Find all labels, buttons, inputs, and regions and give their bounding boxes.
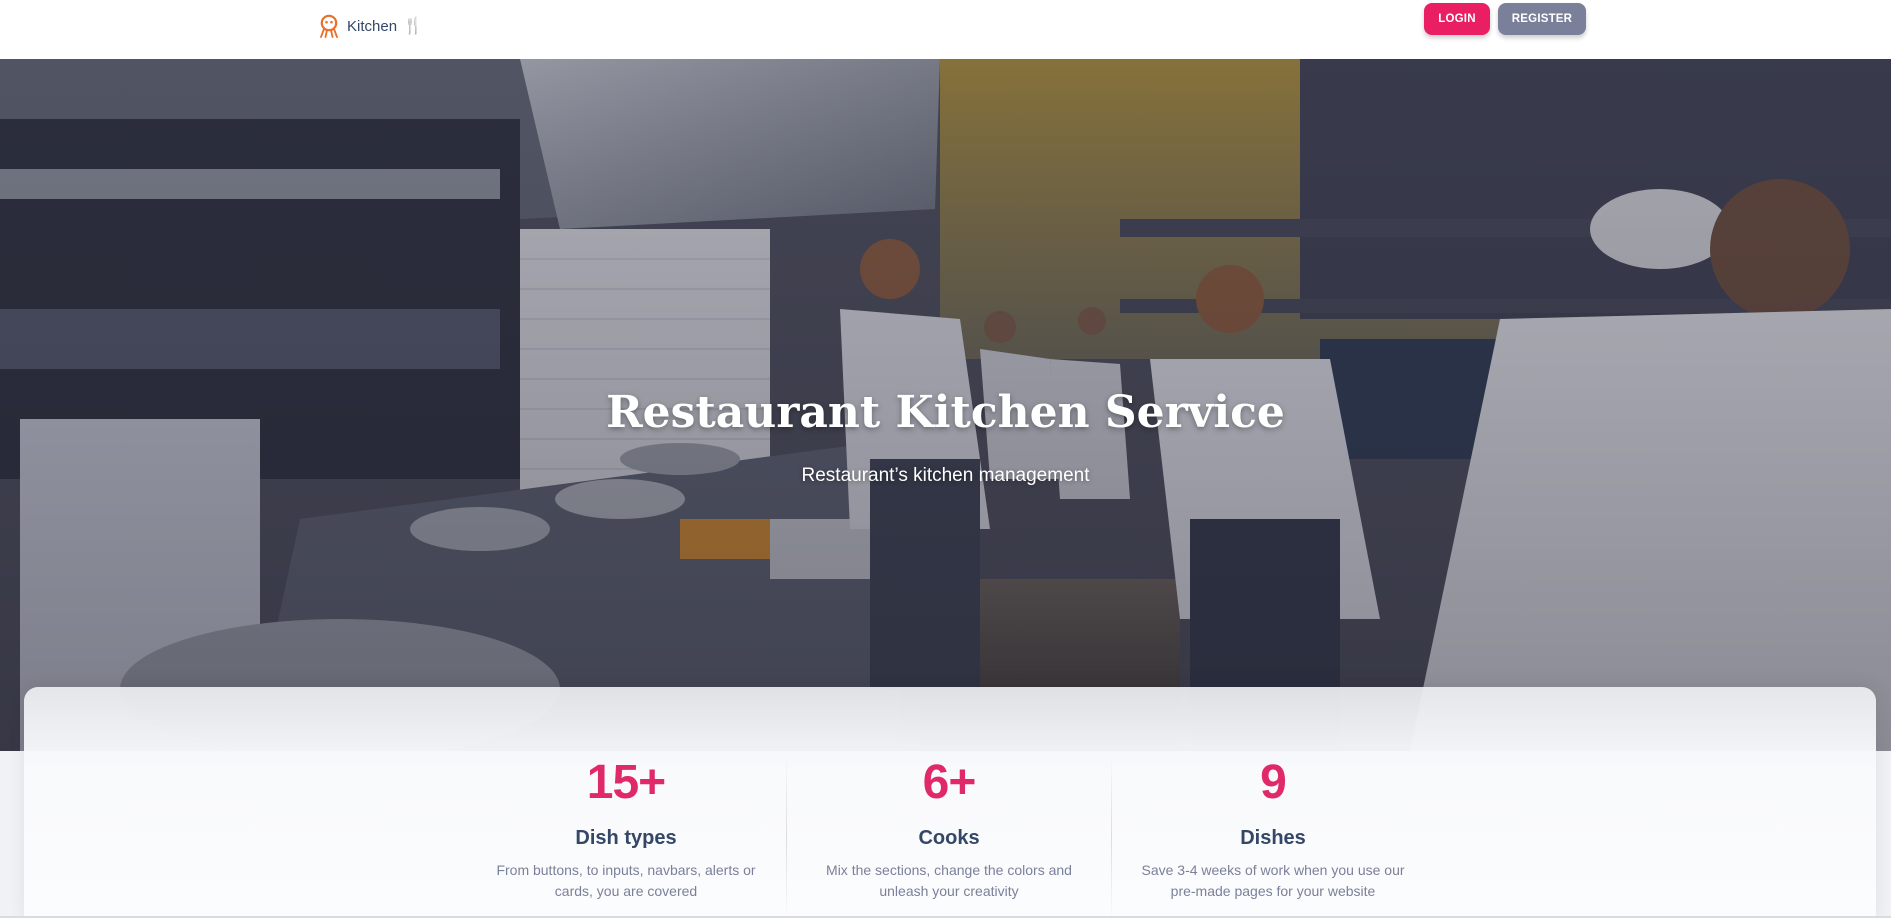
- stat-value: 6+: [922, 756, 977, 809]
- stat-description: Save 3-4 weeks of work when you use our …: [1141, 862, 1405, 899]
- brand-name: Kitchen: [347, 17, 398, 35]
- stat-description: From buttons, to inputs, navbars, alerts…: [496, 862, 756, 899]
- utensils-icon: 🍴: [403, 18, 423, 35]
- stat-title: Dish types: [575, 827, 677, 849]
- stats-card: 15+ Dish types From buttons, to inputs, …: [24, 687, 1876, 918]
- hero-section: Restaurant Kitchen Service Restaurant’s …: [0, 59, 1891, 751]
- navbar: Kitchen 🍴 LOGIN REGISTER: [0, 0, 1891, 59]
- stat-value: 9: [1260, 756, 1287, 809]
- stat-divider: [786, 752, 787, 918]
- hero-title: Restaurant Kitchen Service: [606, 387, 1285, 438]
- stat-value: 15+: [586, 756, 666, 809]
- hero-subtitle: Restaurant’s kitchen management: [801, 465, 1090, 486]
- stat-title: Cooks: [918, 827, 980, 849]
- login-button[interactable]: LOGIN: [1424, 3, 1490, 35]
- stat-description: Mix the sections, change the colors and …: [826, 862, 1072, 899]
- stat-title: Dishes: [1240, 827, 1306, 849]
- chef-logo-icon: [320, 14, 338, 38]
- brand-link[interactable]: Kitchen 🍴: [317, 14, 423, 38]
- register-button[interactable]: REGISTER: [1498, 3, 1586, 35]
